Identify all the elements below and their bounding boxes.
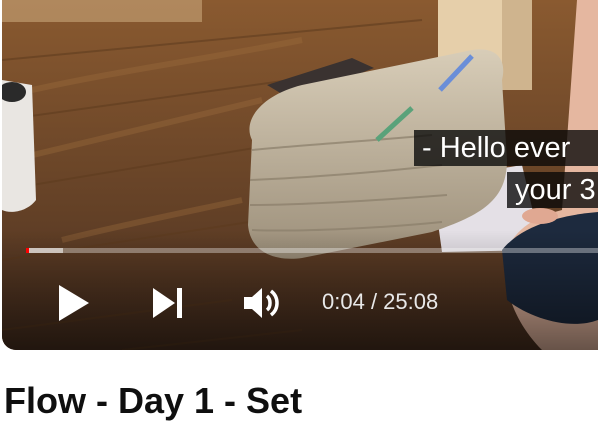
skip-next-icon xyxy=(153,288,182,318)
progress-bar[interactable] xyxy=(26,248,598,253)
play-icon xyxy=(59,285,89,321)
play-button[interactable] xyxy=(48,280,100,326)
caption-line: your 3 xyxy=(507,172,598,208)
duration: 25:08 xyxy=(383,289,439,314)
progress-loaded xyxy=(26,248,64,253)
current-time: 0:04 xyxy=(322,289,365,314)
next-button[interactable] xyxy=(142,280,194,326)
volume-button[interactable] xyxy=(236,280,288,326)
time-separator: / xyxy=(364,289,384,314)
time-display: 0:04 / 25:08 xyxy=(322,287,438,317)
volume-icon xyxy=(244,288,279,318)
video-player[interactable]: - Hello ever your 3 0:04 / 25:08 xyxy=(2,0,598,350)
caption-line: - Hello ever xyxy=(414,130,598,166)
progress-played xyxy=(26,248,30,253)
video-title: Flow - Day 1 - Set xyxy=(4,380,303,421)
